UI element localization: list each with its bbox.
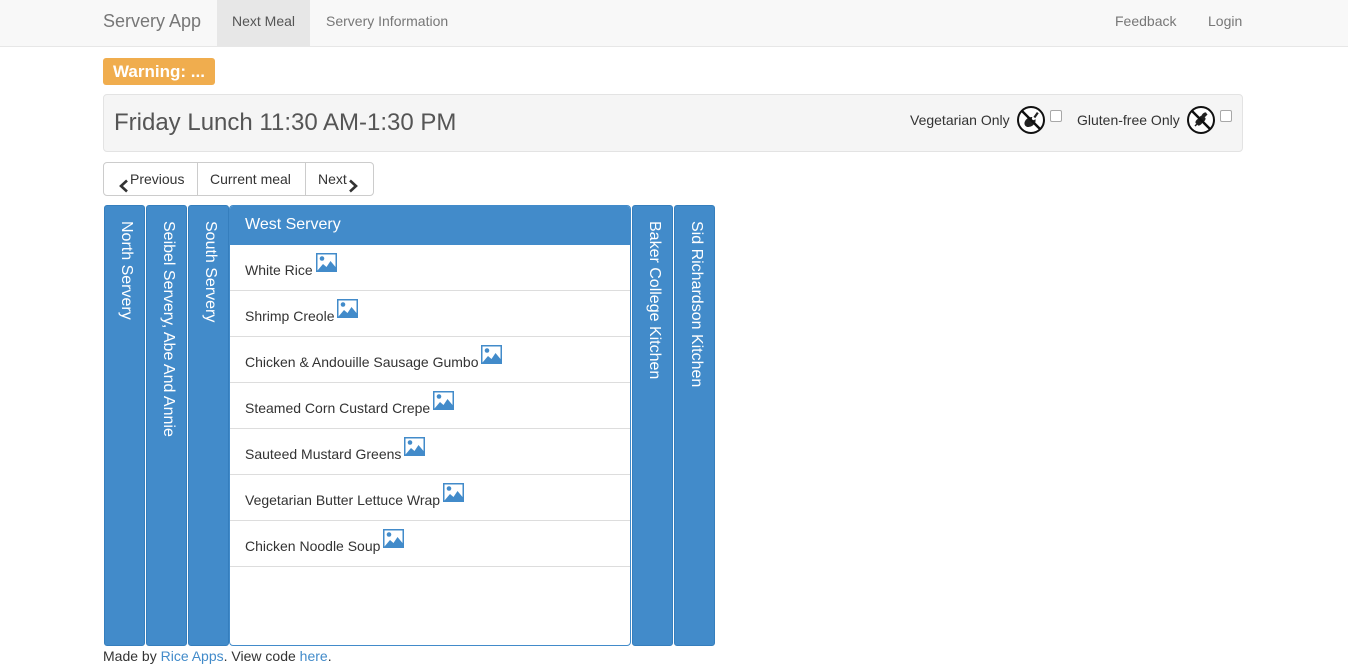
picture-icon[interactable] [481,345,503,364]
meal-title: Friday Lunch 11:30 AM-1:30 PM [114,109,457,136]
meal-panel: Friday Lunch 11:30 AM-1:30 PM Vegetarian… [103,94,1243,152]
servery-seibel[interactable]: Seibel Servery, Abe And Annie [146,205,187,646]
picture-icon[interactable] [383,529,405,548]
dish-name: Chicken Noodle Soup [245,538,381,554]
servery-south[interactable]: South Servery [188,205,229,646]
servery-seibel-label: Seibel Servery, Abe And Annie [160,221,177,437]
dish-item: Steamed Corn Custard Crepe [230,383,630,429]
current-meal-button-label: Current meal [210,171,291,187]
vegetarian-checkbox[interactable] [1049,110,1062,122]
footer: Made by Rice Apps. View code here. [103,647,332,665]
servery-sid-richardson[interactable]: Sid Richardson Kitchen [674,205,715,646]
previous-button-label: Previous [130,171,185,187]
servery-south-label: South Servery [202,221,219,323]
picture-icon[interactable] [404,437,426,456]
dish-name: Chicken & Andouille Sausage Gumbo [245,354,479,370]
vegetarian-filter: Vegetarian Only [910,105,1062,135]
no-meat-icon [1016,105,1046,135]
gluten-free-checkbox[interactable] [1219,110,1232,122]
dish-name: Sauteed Mustard Greens [245,446,402,462]
servery-west-header[interactable]: West Servery [230,206,630,245]
no-gluten-icon [1186,105,1216,135]
next-button-label: Next [318,171,347,187]
gluten-free-filter-label: Gluten-free Only [1077,112,1180,128]
login-link[interactable]: Login [1208,0,1242,46]
dish-item: Shrimp Creole [230,291,630,337]
picture-icon[interactable] [315,253,337,272]
dish-name: Steamed Corn Custard Crepe [245,400,431,416]
vegetarian-filter-label: Vegetarian Only [910,112,1010,128]
servery-north-label: North Servery [118,221,135,320]
servery-north[interactable]: North Servery [104,205,145,646]
navbar: Servery App Next Meal Servery Informatio… [0,0,1348,47]
footer-middle: . View code [223,648,296,664]
dish-name: Vegetarian Butter Lettuce Wrap [245,492,441,508]
chevron-right-icon [347,172,359,193]
feedback-link[interactable]: Feedback [1115,0,1176,46]
picture-icon[interactable] [433,391,455,410]
tab-servery-information[interactable]: Servery Information [311,0,463,46]
previous-button[interactable]: Previous [103,162,198,196]
dish-item: Chicken Noodle Soup [230,521,630,567]
servery-baker[interactable]: Baker College Kitchen [632,205,673,646]
app-brand[interactable]: Servery App [103,10,201,32]
dish-item: White Rice [230,245,630,291]
next-button[interactable]: Next [305,162,374,196]
dish-name: Shrimp Creole [245,308,335,324]
footer-suffix: . [327,648,332,664]
picture-icon[interactable] [443,483,465,502]
chevron-left-icon [118,172,130,193]
picture-icon[interactable] [337,299,359,318]
current-meal-button[interactable]: Current meal [197,162,306,196]
servery-sid-richardson-label: Sid Richardson Kitchen [688,221,705,388]
dish-list: White Rice Shrimp Creole Chicken & Andouil… [230,245,630,567]
rice-apps-link[interactable]: Rice Apps [161,648,224,664]
servery-west-panel: West Servery White Rice Shrimp Creole Chic… [229,205,631,646]
dish-item: Sauteed Mustard Greens [230,429,630,475]
dish-name: White Rice [245,262,313,278]
servery-baker-label: Baker College Kitchen [646,221,663,380]
dish-item: Vegetarian Butter Lettuce Wrap [230,475,630,521]
dish-item: Chicken & Andouille Sausage Gumbo [230,337,630,383]
meal-navigation: Previous Current meal Next [103,162,374,196]
footer-prefix: Made by [103,648,157,664]
tab-next-meal[interactable]: Next Meal [217,0,311,46]
gluten-free-filter: Gluten-free Only [1077,105,1232,135]
warning-label: Warning: ... [103,58,215,85]
code-link[interactable]: here [300,648,328,664]
